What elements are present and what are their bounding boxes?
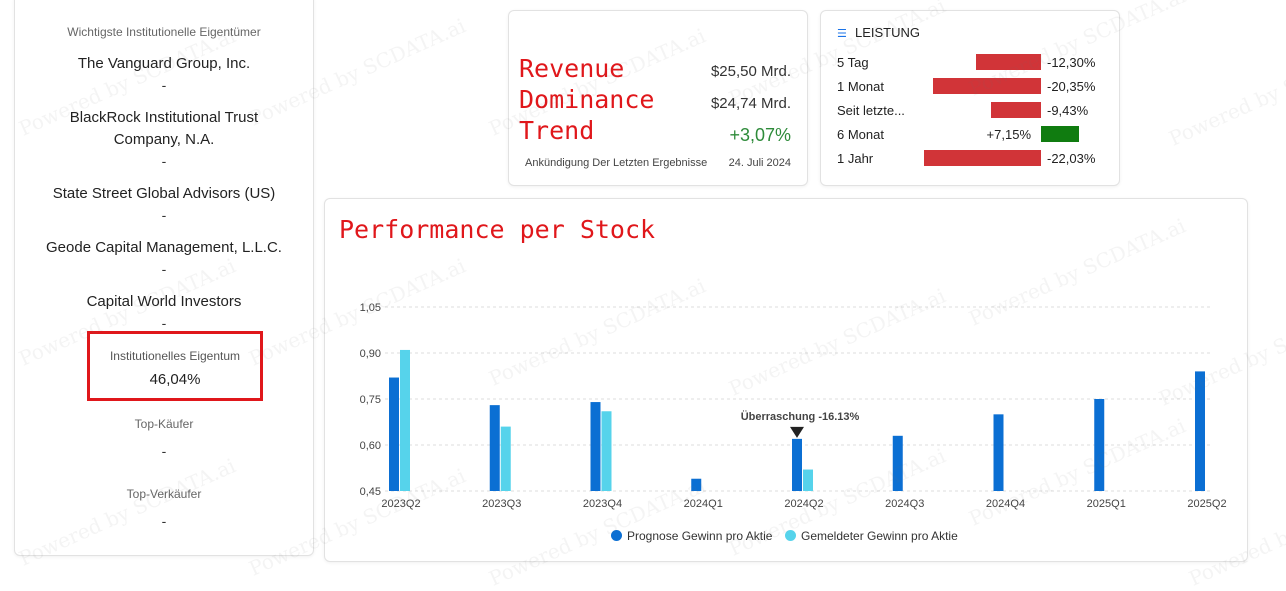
- performance-card: ☰ LEISTUNG 5 Tag -12,30% 1 Monat -20,35% Seit…: [820, 10, 1120, 186]
- bar-forecast[interactable]: [1094, 399, 1105, 491]
- performance-row: 5 Tag -12,30%: [821, 51, 1119, 75]
- x-tick-label: 2024Q2: [784, 498, 823, 510]
- performance-bar: [924, 150, 1041, 166]
- legend-item-forecast[interactable]: Prognose Gewinn pro Aktie: [611, 529, 772, 543]
- performance-row-value: +7,15%: [986, 127, 1031, 142]
- bar-reported[interactable]: [500, 426, 511, 491]
- performance-bar: [975, 54, 1041, 70]
- x-tick-label: 2024Q3: [885, 498, 924, 510]
- top-buyers-label: Top-Käufer: [134, 417, 194, 431]
- owner-name: Capital World Investors: [86, 293, 242, 310]
- institutional-ownership-value: 46,04%: [149, 371, 201, 388]
- eps-chart-card: Performance per Stock 1,05 0,90 0,75 0,60 0,…: [324, 198, 1248, 562]
- y-tick-label: 1,05: [360, 302, 381, 314]
- owner-value: -: [161, 153, 167, 169]
- y-tick-label: 0,45: [360, 486, 381, 498]
- owner-value: -: [161, 77, 167, 93]
- performance-row: 1 Monat -20,35%: [821, 75, 1119, 99]
- bar-forecast[interactable]: [792, 438, 802, 491]
- owner-name: BlackRock Institutional Trust Company, N…: [69, 109, 259, 148]
- performance-header: ☰ LEISTUNG: [837, 25, 920, 40]
- performance-row: Seit letzte... -9,43%: [821, 99, 1119, 123]
- owners-header: Wichtigste Institutionelle Eigentümer: [67, 25, 261, 39]
- bar-forecast[interactable]: [489, 405, 500, 491]
- announcement-label: Ankündigung Der Letzten Ergebnisse: [525, 157, 708, 169]
- bar-forecast[interactable]: [892, 435, 903, 491]
- bar-forecast[interactable]: [691, 478, 702, 491]
- x-tick-label: 2023Q2: [381, 498, 420, 510]
- performance-row-value: -20,35%: [1047, 79, 1096, 94]
- legend-label-reported: Gemeldeter Gewinn pro Aktie: [801, 529, 958, 543]
- bar-reported[interactable]: [601, 411, 612, 491]
- performance-row-value: -22,03%: [1047, 151, 1096, 166]
- performance-row-label: 6 Monat: [837, 127, 884, 142]
- institutional-owners-panel: Wichtigste Institutionelle Eigentümer Th…: [14, 0, 314, 556]
- legend-label-forecast: Prognose Gewinn pro Aktie: [627, 529, 773, 543]
- revenue-title: Revenue Dominance Trend: [519, 54, 655, 145]
- bar-reported[interactable]: [803, 469, 813, 491]
- owner-value: -: [161, 315, 167, 331]
- revenue-change: +3,07%: [729, 125, 791, 145]
- y-tick-label: 0,75: [360, 394, 381, 406]
- institutional-ownership-label: Institutionelles Eigentum: [109, 349, 241, 363]
- x-tick-label: 2024Q1: [684, 498, 723, 510]
- y-tick-label: 0,60: [360, 440, 381, 452]
- x-tick-label: 2024Q4: [986, 498, 1025, 510]
- performance-row: 1 Jahr -22,03%: [821, 147, 1119, 171]
- bar-forecast[interactable]: [389, 377, 399, 491]
- performance-bar: [991, 102, 1041, 118]
- performance-row-label: 5 Tag: [837, 55, 869, 70]
- owner-name: Geode Capital Management, L.L.C.: [46, 239, 282, 256]
- owner-value: -: [161, 261, 167, 277]
- x-tick-label: 2023Q3: [482, 498, 521, 510]
- performance-title: LEISTUNG: [855, 25, 921, 40]
- surprise-marker-icon: [790, 426, 804, 438]
- watermark: Powered by SCDATA.ai: [1165, 33, 1286, 151]
- x-tick-label: 2023Q4: [583, 498, 622, 510]
- top-sellers-value: -: [161, 513, 167, 529]
- bar-forecast[interactable]: [1195, 371, 1205, 491]
- revenue-card: Revenue Dominance Trend $25,50 Mrd. $24,…: [508, 10, 808, 186]
- bar-list-icon: ☰: [837, 28, 847, 40]
- announcement-date: 24. Juli 2024: [728, 157, 791, 169]
- revenue-value-1: $25,50 Mrd.: [710, 63, 791, 80]
- owner-name: State Street Global Advisors (US): [52, 185, 276, 202]
- performance-row: 6 Monat +7,15%: [821, 123, 1119, 147]
- performance-bar: [1041, 126, 1079, 142]
- eps-bar-chart: 1,05 0,90 0,75 0,60 0,452023Q2 2023Q3 2023Q4 20…: [360, 302, 1227, 510]
- performance-row-value: -9,43%: [1047, 103, 1089, 118]
- owner-name: The Vanguard Group, Inc.: [77, 55, 251, 72]
- bar-forecast[interactable]: [993, 414, 1004, 491]
- institutional-ownership-box: Institutionelles Eigentum 46,04%: [87, 331, 263, 401]
- x-tick-label: 2025Q2: [1187, 498, 1226, 510]
- bar-reported[interactable]: [400, 349, 410, 491]
- performance-row-label: 1 Jahr: [837, 151, 874, 166]
- x-tick-label: 2025Q1: [1087, 498, 1126, 510]
- revenue-value-2: $24,74 Mrd.: [710, 95, 791, 112]
- owner-value: -: [161, 207, 167, 223]
- legend-item-reported[interactable]: Gemeldeter Gewinn pro Aktie: [785, 529, 958, 543]
- performance-row-value: -12,30%: [1047, 55, 1096, 70]
- y-tick-label: 0,90: [360, 348, 381, 360]
- performance-row-label: 1 Monat: [837, 79, 884, 94]
- legend-dot-forecast: [611, 530, 622, 541]
- legend-dot-reported: [785, 530, 796, 541]
- bar-forecast[interactable]: [590, 402, 601, 491]
- performance-bar: [933, 78, 1041, 94]
- surprise-annotation: Überraschung -16.13%: [741, 410, 860, 423]
- top-buyers-value: -: [161, 443, 167, 459]
- performance-row-label: Seit letzte...: [837, 103, 905, 118]
- top-sellers-label: Top-Verkäufer: [126, 487, 202, 501]
